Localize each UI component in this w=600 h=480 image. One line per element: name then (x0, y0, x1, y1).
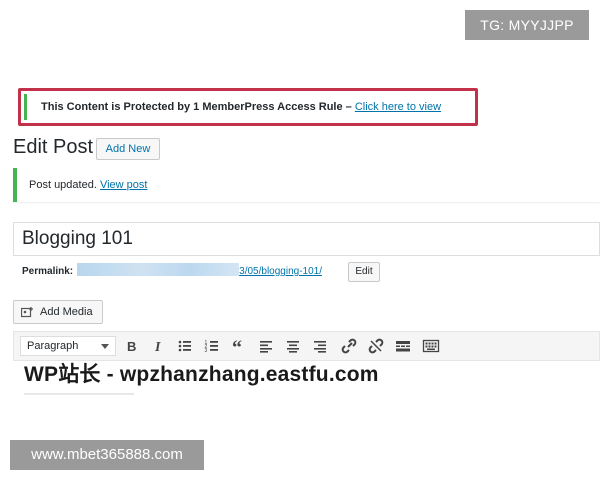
format-select[interactable]: Paragraph (20, 336, 116, 356)
read-more-icon[interactable] (394, 337, 412, 355)
italic-icon[interactable]: I (149, 337, 167, 355)
unlink-icon[interactable] (367, 337, 385, 355)
add-media-label: Add Media (40, 306, 93, 318)
svg-text:I: I (154, 340, 161, 355)
permalink-row: Permalink: 3/05/blogging-101/ (22, 263, 322, 281)
wp-edit-post-screen: TG: MYYJJPP This Content is Protected by… (0, 0, 600, 480)
permalink-label: Permalink: (22, 266, 74, 277)
svg-text:3: 3 (205, 348, 208, 354)
align-center-icon[interactable] (284, 337, 302, 355)
post-title-input[interactable]: Blogging 101 (13, 222, 600, 256)
numbered-list-icon[interactable]: 123 (203, 337, 221, 355)
toolbar-toggle-icon[interactable] (422, 337, 440, 355)
editor-toolbar: Paragraph B I 123 “ (13, 331, 600, 361)
add-media-button[interactable]: Add Media (13, 300, 103, 324)
chevron-down-icon (101, 344, 109, 349)
svg-text:B: B (127, 339, 136, 354)
watermark-editor-text: WP站长 - wpzhanzhang.eastfu.com (24, 363, 379, 386)
editor-faint-text-line (24, 393, 134, 395)
protected-notice-body: This Content is Protected by 1 MemberPre… (24, 94, 472, 120)
svg-text:“: “ (232, 337, 242, 355)
page-title: Edit Post (13, 136, 94, 158)
add-media-icon (21, 307, 33, 318)
blockquote-icon[interactable]: “ (230, 337, 248, 359)
permalink-slug-link[interactable]: 3/05/blogging-101/ (239, 266, 322, 277)
view-post-link[interactable]: View post (100, 179, 148, 191)
permalink-url-blurred[interactable] (77, 263, 240, 276)
protected-notice-view-link[interactable]: Click here to view (355, 101, 441, 113)
link-icon[interactable] (340, 337, 358, 355)
protected-notice-message: This Content is Protected by 1 MemberPre… (41, 101, 352, 113)
post-updated-notice: Post updated. View post (13, 168, 600, 202)
add-new-button[interactable]: Add New (96, 138, 160, 160)
watermark-bottom: www.mbet365888.com (10, 440, 204, 470)
protected-content-notice: This Content is Protected by 1 MemberPre… (18, 88, 478, 126)
permalink-edit-button[interactable]: Edit (348, 262, 380, 282)
format-select-value: Paragraph (27, 340, 79, 352)
post-updated-message: Post updated. (29, 179, 97, 191)
align-left-icon[interactable] (257, 337, 275, 355)
bullet-list-icon[interactable] (176, 337, 194, 355)
bold-icon[interactable]: B (122, 337, 140, 355)
watermark-top: TG: MYYJJPP (465, 10, 589, 40)
align-right-icon[interactable] (311, 337, 329, 355)
